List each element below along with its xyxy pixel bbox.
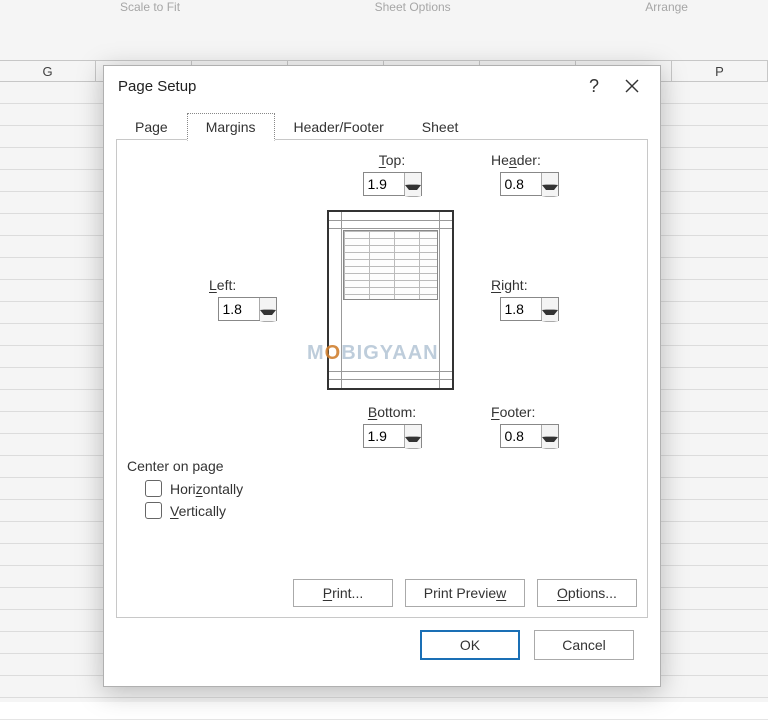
margin-header-group: Header: bbox=[489, 152, 569, 196]
margin-right-spinner[interactable] bbox=[500, 297, 559, 321]
page-setup-dialog: Page Setup ? Page Margins Header/Footer … bbox=[103, 65, 661, 687]
margin-left-spinner[interactable] bbox=[218, 297, 277, 321]
tab-header-footer[interactable]: Header/Footer bbox=[275, 113, 403, 140]
spinner-up-icon[interactable] bbox=[405, 425, 421, 437]
center-vertically-label: Vertically bbox=[170, 503, 226, 519]
center-vertically-checkbox[interactable] bbox=[145, 502, 162, 519]
center-horizontally-checkbox[interactable] bbox=[145, 480, 162, 497]
spinner-down-icon[interactable] bbox=[542, 185, 558, 197]
margin-header-spinner[interactable] bbox=[500, 172, 559, 196]
spinner-down-icon[interactable] bbox=[542, 437, 558, 449]
center-horizontally-row[interactable]: Horizontally bbox=[145, 480, 637, 497]
close-button[interactable] bbox=[612, 76, 652, 96]
tab-margins[interactable]: Margins bbox=[187, 113, 275, 141]
spinner-up-icon[interactable] bbox=[405, 173, 421, 185]
margin-top-spinner[interactable] bbox=[363, 172, 422, 196]
spinner-down-icon[interactable] bbox=[260, 310, 276, 322]
close-icon bbox=[625, 79, 639, 93]
margin-right-input[interactable] bbox=[501, 298, 541, 320]
center-on-page-section: Center on page Horizontally Vertically bbox=[127, 458, 637, 524]
center-on-page-heading: Center on page bbox=[127, 458, 637, 474]
tab-page[interactable]: Page bbox=[116, 113, 187, 140]
margins-controls: Top: Header: Left: bbox=[127, 152, 637, 452]
panel-button-row: Print... Print Preview Options... bbox=[127, 563, 637, 607]
margin-bottom-spinner[interactable] bbox=[363, 424, 422, 448]
margin-bottom-label: Bottom: bbox=[352, 404, 432, 420]
center-horizontally-label: Horizontally bbox=[170, 481, 243, 497]
margin-bottom-group: Bottom: bbox=[352, 404, 432, 448]
spinner-down-icon[interactable] bbox=[405, 437, 421, 449]
margin-left-group: Left: bbox=[207, 277, 287, 321]
margin-top-input[interactable] bbox=[364, 173, 404, 195]
margin-left-input[interactable] bbox=[219, 298, 259, 320]
tab-sheet[interactable]: Sheet bbox=[403, 113, 478, 140]
options-button[interactable]: Options... bbox=[537, 579, 637, 607]
spinner-down-icon[interactable] bbox=[542, 310, 558, 322]
dialog-title: Page Setup bbox=[118, 78, 576, 95]
margin-header-label: Header: bbox=[489, 152, 569, 168]
print-preview-button[interactable]: Print Preview bbox=[405, 579, 525, 607]
dialog-button-row: OK Cancel bbox=[116, 618, 648, 674]
margin-footer-group: Footer: bbox=[489, 404, 569, 448]
margin-footer-input[interactable] bbox=[501, 425, 541, 447]
spinner-up-icon[interactable] bbox=[542, 173, 558, 185]
margins-panel: Top: Header: Left: bbox=[116, 140, 648, 618]
margin-footer-label: Footer: bbox=[489, 404, 569, 420]
cancel-button[interactable]: Cancel bbox=[534, 630, 634, 660]
margin-bottom-input[interactable] bbox=[364, 425, 404, 447]
spinner-up-icon[interactable] bbox=[542, 425, 558, 437]
spinner-down-icon[interactable] bbox=[405, 185, 421, 197]
margin-top-group: Top: bbox=[357, 152, 427, 196]
margin-right-group: Right: bbox=[489, 277, 569, 321]
spinner-up-icon[interactable] bbox=[260, 298, 276, 310]
margin-header-input[interactable] bbox=[501, 173, 541, 195]
margin-top-label: Top: bbox=[357, 152, 427, 168]
help-button[interactable]: ? bbox=[576, 76, 612, 97]
print-button[interactable]: Print... bbox=[293, 579, 393, 607]
margin-right-label: Right: bbox=[489, 277, 569, 293]
center-vertically-row[interactable]: Vertically bbox=[145, 502, 637, 519]
margin-footer-spinner[interactable] bbox=[500, 424, 559, 448]
ok-button[interactable]: OK bbox=[420, 630, 520, 660]
dialog-titlebar: Page Setup ? bbox=[104, 66, 660, 106]
tab-strip: Page Margins Header/Footer Sheet bbox=[116, 110, 648, 140]
watermark: MOBIGYAAN bbox=[307, 342, 439, 365]
dialog-body: Page Margins Header/Footer Sheet Top: He… bbox=[104, 106, 660, 686]
margin-left-label: Left: bbox=[207, 277, 287, 293]
spinner-up-icon[interactable] bbox=[542, 298, 558, 310]
